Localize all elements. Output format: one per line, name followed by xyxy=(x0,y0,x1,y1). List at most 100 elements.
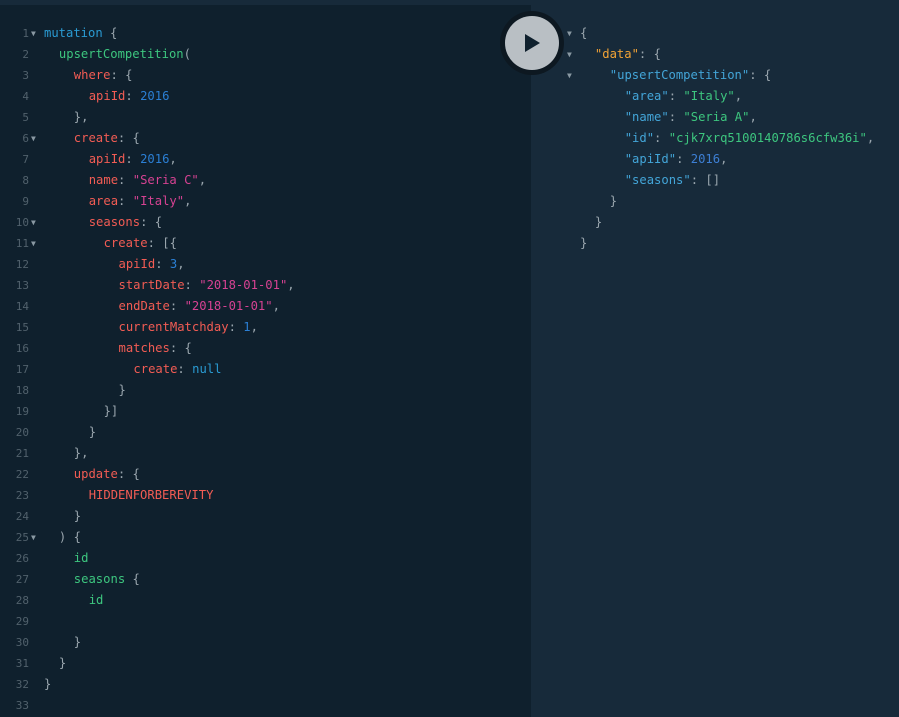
result-line: ▼{ xyxy=(531,23,899,44)
code-token: : [{ xyxy=(147,236,177,250)
code-line[interactable]: 21}, xyxy=(0,443,531,464)
code-token: upsertCompetition xyxy=(58,47,184,61)
code-token: : xyxy=(169,299,185,313)
line-number: 17 xyxy=(15,363,29,376)
code-text: } xyxy=(119,380,126,401)
code-line[interactable]: 13 startDate: "2018-01-01", xyxy=(0,275,531,296)
line-number: 33 xyxy=(15,699,29,712)
code-token: : xyxy=(125,89,141,103)
code-line[interactable]: 3 where: { xyxy=(0,65,531,86)
code-token: } xyxy=(58,656,67,670)
fold-arrow-icon[interactable]: ▼ xyxy=(31,128,36,149)
code-text: id xyxy=(74,548,89,569)
code-token: currentMatchday xyxy=(118,320,229,334)
code-text: HIDDENFORBEREVITY xyxy=(89,485,214,506)
fold-arrow-icon[interactable]: ▼ xyxy=(31,23,36,44)
code-line[interactable]: 16 matches: { xyxy=(0,338,531,359)
result-token: "upsertCompetition" xyxy=(609,68,750,82)
result-token: "data" xyxy=(594,47,639,61)
code-line[interactable]: 27 seasons { xyxy=(0,569,531,590)
code-text: } xyxy=(74,632,81,653)
code-line[interactable]: 26 id xyxy=(0,548,531,569)
code-line[interactable]: 31} xyxy=(0,653,531,674)
query-editor[interactable]: 1 ▼ mutation {2 upsertCompetition(3 where: {… xyxy=(0,5,531,717)
line-number: 22 xyxy=(15,468,29,481)
code-line[interactable]: 2 upsertCompetition( xyxy=(0,44,531,65)
fold-arrow-icon[interactable]: ▼ xyxy=(31,527,36,548)
line-number: 27 xyxy=(15,573,29,586)
code-token: null xyxy=(192,362,222,376)
code-token: , xyxy=(272,299,280,313)
result-line: "apiId": 2016, xyxy=(531,149,899,170)
code-token: : xyxy=(184,278,200,292)
result-token: : xyxy=(654,131,669,145)
line-number: 1 xyxy=(22,27,29,40)
code-line[interactable]: 23 HIDDENFORBEREVITY xyxy=(0,485,531,506)
code-line[interactable]: 19}] xyxy=(0,401,531,422)
code-line[interactable]: 32} xyxy=(0,674,531,695)
code-token: "2018-01-01" xyxy=(184,299,273,313)
code-token: , xyxy=(169,152,177,166)
code-line[interactable]: 5}, xyxy=(0,107,531,128)
result-token: , xyxy=(720,152,728,166)
code-token: : { xyxy=(169,341,192,355)
code-token: : xyxy=(177,362,193,376)
code-line[interactable]: 11 ▼ create: [{ xyxy=(0,233,531,254)
code-token: : { xyxy=(117,131,140,145)
code-token: update xyxy=(73,467,118,481)
fold-arrow-icon[interactable]: ▼ xyxy=(567,23,572,44)
code-line[interactable]: 29 xyxy=(0,611,531,632)
code-token: mutation xyxy=(44,26,103,40)
line-number: 8 xyxy=(22,174,29,187)
code-line[interactable]: 33 xyxy=(0,695,531,716)
code-token: } xyxy=(118,383,126,397)
code-line[interactable]: 20} xyxy=(0,422,531,443)
line-number: 13 xyxy=(15,279,29,292)
code-line[interactable]: 9 area: "Italy", xyxy=(0,191,531,212)
code-text: update: { xyxy=(74,464,140,485)
code-line[interactable]: 1 ▼ mutation { xyxy=(0,23,531,44)
code-line[interactable]: 24} xyxy=(0,506,531,527)
code-token: : xyxy=(228,320,244,334)
code-token: ) { xyxy=(58,530,81,544)
code-line[interactable]: 22 update: { xyxy=(0,464,531,485)
code-text: }, xyxy=(74,107,89,128)
code-token: : xyxy=(118,173,133,187)
fold-arrow-icon[interactable]: ▼ xyxy=(31,212,36,233)
result-token: } xyxy=(580,236,588,250)
fold-arrow-icon[interactable]: ▼ xyxy=(567,65,572,86)
execute-button-face[interactable] xyxy=(505,16,559,70)
play-icon xyxy=(525,34,540,52)
code-token: ( xyxy=(183,47,191,61)
code-line[interactable]: 15 currentMatchday: 1, xyxy=(0,317,531,338)
code-line[interactable]: 28 id xyxy=(0,590,531,611)
code-line[interactable]: 17 create: null xyxy=(0,359,531,380)
code-text: seasons: { xyxy=(89,212,162,233)
code-line[interactable]: 30} xyxy=(0,632,531,653)
code-line[interactable]: 10 ▼ seasons: { xyxy=(0,212,531,233)
result-line: } xyxy=(531,191,899,212)
execute-query-button[interactable] xyxy=(500,11,564,75)
code-line[interactable]: 8 name: "Seria C", xyxy=(0,170,531,191)
result-token: : xyxy=(668,110,684,124)
code-token: startDate xyxy=(118,278,185,292)
code-line[interactable]: 6 ▼ create: { xyxy=(0,128,531,149)
code-line[interactable]: 7 apiId: 2016, xyxy=(0,149,531,170)
code-line[interactable]: 4 apiId: 2016 xyxy=(0,86,531,107)
code-line[interactable]: 18} xyxy=(0,380,531,401)
line-number: 16 xyxy=(15,342,29,355)
fold-arrow-icon[interactable]: ▼ xyxy=(567,44,572,65)
code-text: area: "Italy", xyxy=(89,191,192,212)
code-line[interactable]: 14 endDate: "2018-01-01", xyxy=(0,296,531,317)
code-line[interactable]: 12 apiId: 3, xyxy=(0,254,531,275)
code-text: seasons { xyxy=(74,569,140,590)
result-token: : xyxy=(676,152,691,166)
code-line[interactable]: 25 ▼) { xyxy=(0,527,531,548)
code-token: name xyxy=(88,173,119,187)
result-viewer[interactable]: ▼{▼ "data": {▼ "upsertCompetition": {"area… xyxy=(531,5,899,717)
result-text: "area": "Italy", xyxy=(625,86,742,107)
result-token: 2016 xyxy=(690,152,721,166)
code-token: id xyxy=(88,593,104,607)
result-line: "seasons": [] xyxy=(531,170,899,191)
fold-arrow-icon[interactable]: ▼ xyxy=(31,233,36,254)
